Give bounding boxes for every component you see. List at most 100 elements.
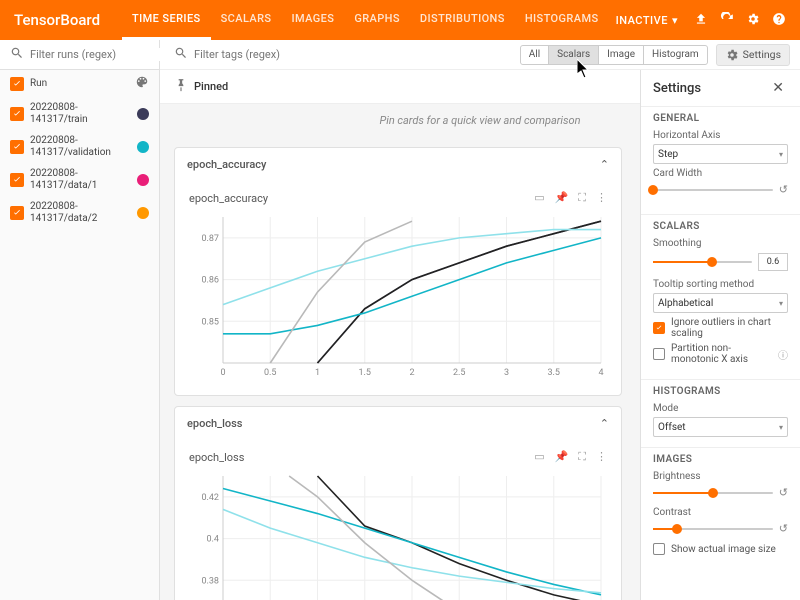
svg-text:0.5: 0.5 [264,368,277,378]
reset-icon[interactable]: ↺ [779,522,788,535]
run-row[interactable]: 20220808-141317/train [0,97,159,130]
tab-graphs[interactable]: GRAPHS [344,0,410,40]
search-icon [174,46,188,63]
reset-icon[interactable]: ↺ [779,183,788,196]
run-label: 20220808-141317/train [30,102,131,125]
run-label: Run [30,78,129,90]
settings-gear-icon[interactable] [746,12,760,29]
section-histograms: HISTOGRAMS [653,386,788,397]
outliers-checkbox[interactable] [653,322,665,334]
run-row[interactable]: 20220808-141317/validation [0,130,159,163]
svg-text:0.4: 0.4 [207,535,220,545]
card: epoch_loss ⌃ epoch_loss ▭ 📌 ⛶ ⋮ 00.511.5… [174,406,622,600]
smoothing-slider[interactable] [653,261,752,263]
chevron-up-icon[interactable]: ⌃ [600,158,609,171]
run-label: 20220808-141317/data/1 [30,168,131,191]
section-images: IMAGES [653,454,788,465]
svg-text:0.38: 0.38 [201,576,219,586]
more-icon[interactable]: ⋮ [596,450,607,464]
brightness-slider[interactable] [653,492,773,494]
chart-label: epoch_loss [189,451,244,464]
card-title: epoch_loss [187,417,242,430]
upload-icon[interactable] [694,12,708,29]
run-row[interactable]: Run [0,70,159,97]
tab-time-series[interactable]: TIME SERIES [122,0,211,40]
tab-images[interactable]: IMAGES [281,0,344,40]
tab-histograms[interactable]: HISTOGRAMS [515,0,609,40]
reload-status[interactable]: INACTIVE ▾ [616,14,678,27]
chart[interactable]: 00.511.522.533.540.380.40.42 [189,470,607,600]
smoothing-value[interactable]: 0.6 [758,253,788,271]
svg-text:1: 1 [315,368,320,378]
runs-sidebar: Run 20220808-141317/train 20220808-14131… [0,40,160,600]
section-general: GENERAL [653,113,788,124]
outliers-label: Ignore outliers in chart scaling [671,317,788,339]
run-color-swatch[interactable] [137,207,149,219]
fullscreen-icon[interactable]: ⛶ [578,450,586,464]
svg-text:0.87: 0.87 [201,234,219,244]
chart[interactable]: 00.511.522.533.540.850.860.87 [189,211,607,381]
pin-icon[interactable]: 📌 [555,191,569,205]
fullscreen-icon[interactable]: ⛶ [578,191,586,205]
run-color-swatch[interactable] [137,174,149,186]
help-icon[interactable] [772,12,786,29]
tooltip-label: Tooltip sorting method [653,279,788,290]
svg-text:3.5: 3.5 [548,368,561,378]
cardwidth-label: Card Width [653,168,788,179]
run-checkbox[interactable] [10,107,24,121]
contrast-label: Contrast [653,507,788,518]
hist-mode-select[interactable]: Offset [653,417,788,437]
pill-image[interactable]: Image [599,46,644,64]
pill-all[interactable]: All [521,46,549,64]
partition-checkbox[interactable] [653,348,665,360]
more-icon[interactable]: ⋮ [596,191,607,205]
haxis-select[interactable]: Step [653,144,788,164]
svg-text:2.5: 2.5 [453,368,466,378]
run-color-swatch[interactable] [137,141,149,153]
gear-icon [725,48,739,62]
brightness-label: Brightness [653,471,788,482]
card-header[interactable]: epoch_accuracy ⌃ [175,148,621,181]
tab-distributions[interactable]: DISTRIBUTIONS [410,0,515,40]
partition-label: Partition non-monotonic X axis [671,343,772,365]
tooltip-select[interactable]: Alphabetical [653,293,788,313]
run-checkbox[interactable] [10,206,24,220]
settings-panel: Settings ✕ GENERAL Horizontal Axis Step … [640,70,800,600]
settings-button[interactable]: Settings [716,44,790,66]
run-checkbox[interactable] [10,77,24,91]
pin-icon [174,78,188,95]
pill-scalars[interactable]: Scalars [549,46,599,64]
card: epoch_accuracy ⌃ epoch_accuracy ▭ 📌 ⛶ ⋮ … [174,147,622,396]
hist-mode-label: Mode [653,403,788,414]
chevron-down-icon: ▾ [672,14,678,27]
run-checkbox[interactable] [10,173,24,187]
cardwidth-slider[interactable] [653,189,773,191]
svg-text:0.86: 0.86 [201,276,219,286]
chevron-up-icon[interactable]: ⌃ [600,417,609,430]
reset-icon[interactable]: ↺ [779,486,788,499]
run-color-swatch[interactable] [137,108,149,120]
filter-tags-input[interactable] [194,48,512,61]
card-header[interactable]: epoch_loss ⌃ [175,407,621,440]
palette-icon[interactable] [135,75,149,92]
search-icon [10,46,24,63]
run-row[interactable]: 20220808-141317/data/2 [0,196,159,229]
help-icon[interactable]: ⓘ [778,347,788,362]
actualsize-checkbox[interactable] [653,543,665,555]
run-checkbox[interactable] [10,140,24,154]
pin-icon[interactable]: 📌 [555,450,569,464]
settings-button-label: Settings [743,48,781,61]
refresh-icon[interactable] [720,12,734,29]
close-icon[interactable]: ✕ [768,80,788,96]
run-label: 20220808-141317/validation [30,135,131,158]
contrast-slider[interactable] [653,528,773,530]
fit-icon[interactable]: ▭ [534,191,544,205]
filter-runs-input[interactable] [30,48,170,61]
card-title: epoch_accuracy [187,158,266,171]
pill-histogram[interactable]: Histogram [644,46,707,64]
nav-tabs: TIME SERIESSCALARSIMAGESGRAPHSDISTRIBUTI… [122,0,608,40]
run-row[interactable]: 20220808-141317/data/1 [0,163,159,196]
tab-scalars[interactable]: SCALARS [211,0,282,40]
fit-icon[interactable]: ▭ [534,450,544,464]
svg-text:3: 3 [504,368,509,378]
